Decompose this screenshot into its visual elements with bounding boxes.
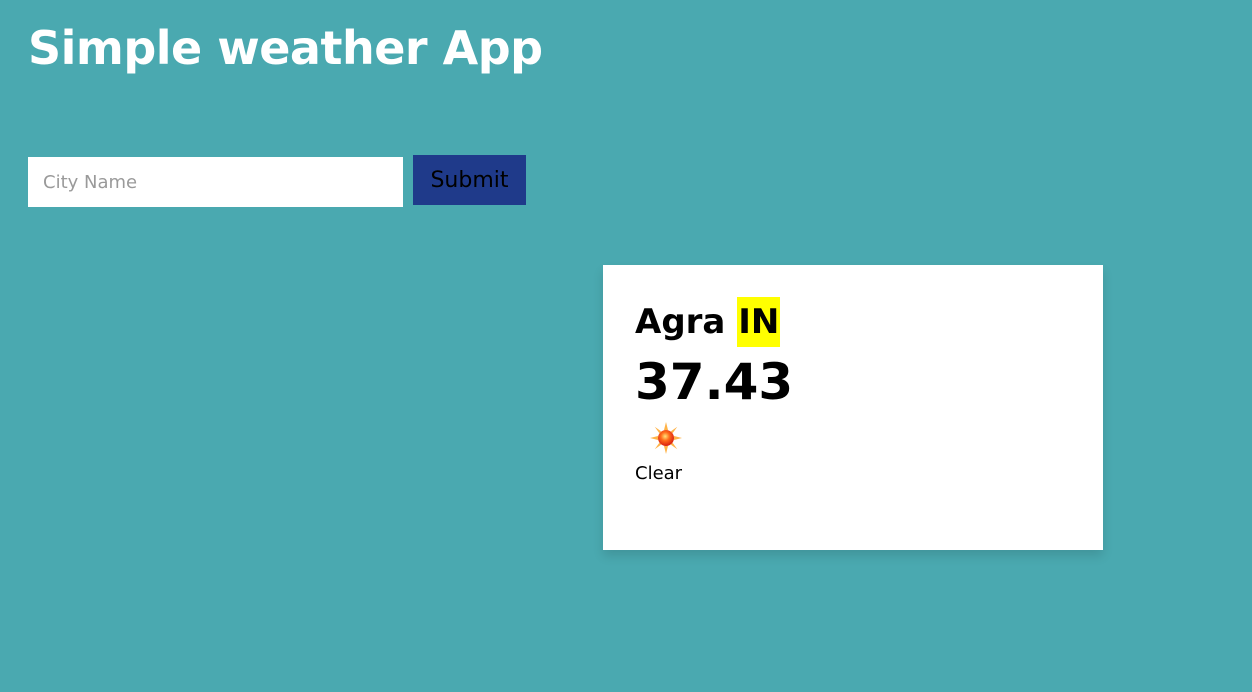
city-name: Agra bbox=[635, 302, 726, 342]
page-title: Simple weather App bbox=[28, 21, 543, 75]
temperature-value: 37.43 bbox=[635, 353, 794, 411]
search-form: Submit bbox=[28, 155, 526, 207]
location-heading: Agra IN bbox=[635, 297, 1071, 347]
country-code: IN bbox=[737, 297, 781, 347]
weather-card: Agra IN 37.43 Clear bbox=[603, 265, 1103, 550]
weather-condition: Clear bbox=[635, 463, 683, 484]
city-name-input[interactable] bbox=[28, 157, 403, 207]
submit-button[interactable]: Submit bbox=[413, 155, 526, 205]
sun-icon bbox=[649, 421, 683, 455]
